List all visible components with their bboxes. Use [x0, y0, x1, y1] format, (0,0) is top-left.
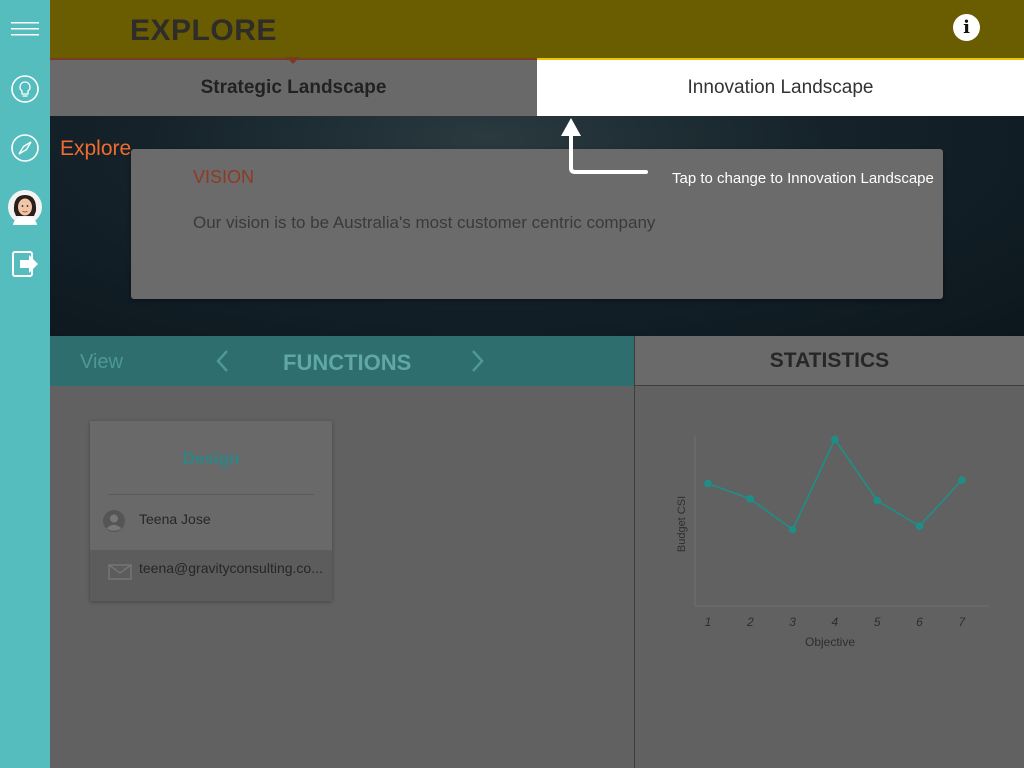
- statistics-chart: 1 2 3 4 5 6 7 Objective Budget CSI: [676, 435, 989, 649]
- statistics-panel: 1 2 3 4 5 6 7 Objective Budget CSI: [634, 386, 1024, 768]
- sidebar: [0, 0, 50, 768]
- data-point: [873, 496, 881, 505]
- avatar[interactable]: [5, 187, 45, 227]
- info-icon[interactable]: i: [953, 14, 980, 41]
- functions-header: View FUNCTIONS: [50, 336, 634, 386]
- statistics-header[interactable]: STATISTICS: [634, 336, 1024, 386]
- chevron-left-icon[interactable]: [212, 346, 232, 376]
- card-role: Design: [182, 449, 240, 468]
- tab-label: Innovation Landscape: [687, 77, 874, 98]
- x-tick-label: 2: [746, 615, 754, 629]
- top-bar: EXPLORE i: [50, 0, 1024, 58]
- landscape-tabs: Strategic Landscape Innovation Landscape: [50, 57, 1024, 116]
- tab-strategic-landscape[interactable]: Strategic Landscape: [50, 58, 537, 116]
- mail-icon: [108, 564, 132, 585]
- x-tick-label: 7: [958, 615, 966, 629]
- page-title: EXPLORE: [130, 14, 277, 47]
- selected-tab-indicator: [286, 57, 300, 64]
- functions-panel: Design Teena Jose teena@gravityconsultin…: [50, 386, 634, 768]
- vision-banner: Explore VISION Our vision is to be Austr…: [50, 116, 1024, 336]
- data-point: [788, 525, 797, 534]
- person-card[interactable]: Design Teena Jose teena@gravityconsultin…: [90, 421, 332, 601]
- tab-innovation-landscape[interactable]: Innovation Landscape: [537, 58, 1024, 116]
- x-tick-label: 4: [832, 615, 839, 629]
- logout-icon[interactable]: [5, 244, 45, 284]
- chevron-right-icon[interactable]: [468, 346, 488, 376]
- x-tick-label: 6: [916, 615, 923, 629]
- data-point: [958, 476, 966, 484]
- person-icon: [102, 509, 126, 533]
- data-point: [831, 435, 839, 444]
- card-email[interactable]: teena@gravityconsulting.co...: [139, 560, 323, 576]
- tutorial-hint: Tap to change to Innovation Landscape: [672, 170, 934, 187]
- view-label: View: [80, 351, 123, 373]
- hint-arrow-icon: [561, 118, 648, 174]
- explore-label: Explore: [60, 137, 132, 160]
- tab-label: Strategic Landscape: [200, 77, 387, 98]
- compass-icon[interactable]: [5, 128, 45, 168]
- lightbulb-icon[interactable]: [5, 69, 45, 109]
- x-axis-label: Objective: [805, 635, 855, 649]
- menu-icon[interactable]: [5, 9, 45, 49]
- data-point: [915, 522, 924, 530]
- card-name: Teena Jose: [139, 511, 211, 527]
- statistics-title: STATISTICS: [769, 348, 890, 372]
- card-footer: teena@gravityconsulting.co...: [90, 550, 332, 601]
- vision-heading: VISION: [193, 167, 255, 187]
- data-point: [746, 495, 755, 503]
- data-point: [704, 479, 712, 488]
- x-tick-label: 5: [874, 615, 881, 629]
- functions-title: FUNCTIONS: [283, 350, 412, 375]
- divider: [108, 494, 314, 495]
- y-axis-label: Budget CSI: [676, 496, 688, 552]
- vision-text: Our vision is to be Australia's most cus…: [193, 213, 656, 232]
- x-tick-label: 3: [789, 615, 796, 629]
- x-tick-label: 1: [705, 615, 712, 629]
- series-line: [707, 437, 963, 531]
- card-header: Design Teena Jose: [90, 421, 332, 550]
